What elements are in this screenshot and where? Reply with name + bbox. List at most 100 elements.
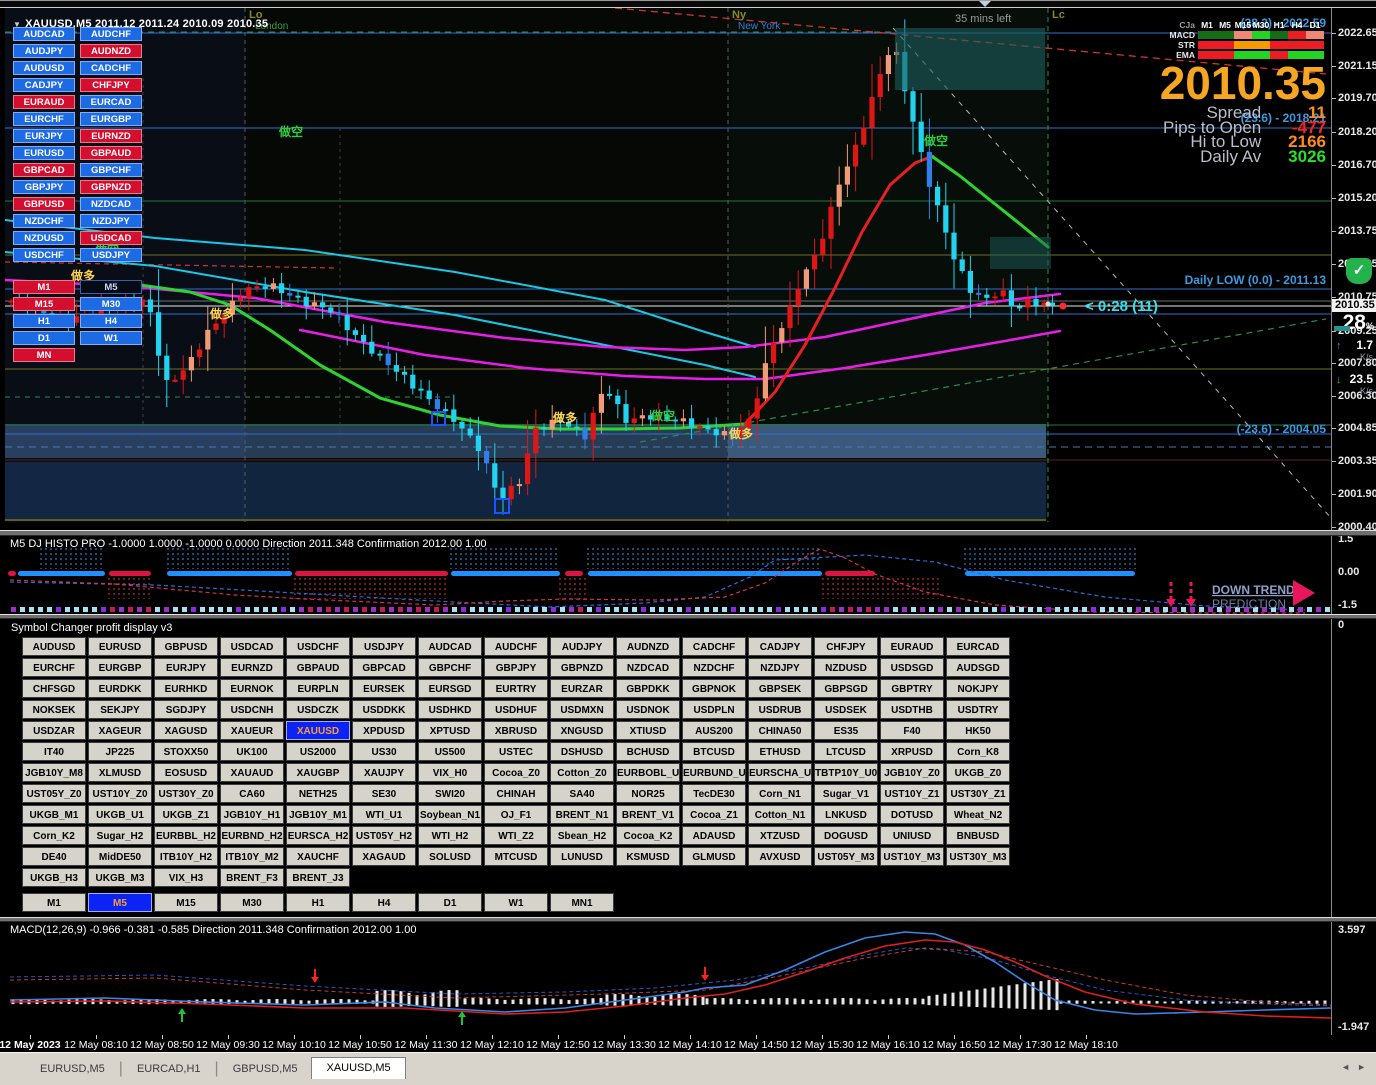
symbol-button-cadchf[interactable]: CADCHF xyxy=(682,637,746,656)
symbol-button-eurcad[interactable]: EURCAD xyxy=(946,637,1010,656)
pair-button-m1[interactable]: M1 xyxy=(13,280,75,294)
symbol-button-f40[interactable]: F40 xyxy=(880,721,944,740)
symbol-button-ust30y_z1[interactable]: UST30Y_Z1 xyxy=(946,784,1010,803)
symbol-button-ust10y_z1[interactable]: UST10Y_Z1 xyxy=(880,784,944,803)
symbol-button-midde50[interactable]: MidDE50 xyxy=(88,847,152,866)
symbol-button-ltcusd[interactable]: LTCUSD xyxy=(814,742,878,761)
tf-button-m5[interactable]: M5 xyxy=(88,893,152,912)
symbol-button-de40[interactable]: DE40 xyxy=(22,847,86,866)
pair-button-usdcad[interactable]: USDCAD xyxy=(80,231,142,245)
symbol-button-cocoa_z0[interactable]: Cocoa_Z0 xyxy=(484,763,548,782)
symbol-button-uk100[interactable]: UK100 xyxy=(220,742,284,761)
pair-button-nzdusd[interactable]: NZDUSD xyxy=(13,231,75,245)
symbol-button-usdcnh[interactable]: USDCNH xyxy=(220,700,284,719)
symbol-button-cotton_z0[interactable]: Cotton_Z0 xyxy=(550,763,614,782)
symbol-button-xauaud[interactable]: XAUAUD xyxy=(220,763,284,782)
pair-button-m30[interactable]: M30 xyxy=(80,297,142,311)
symbol-button-sbean_h2[interactable]: Sbean_H2 xyxy=(550,826,614,845)
symbol-button-soybean_n1[interactable]: Soybean_N1 xyxy=(418,805,482,824)
symbol-button-eurdkk[interactable]: EURDKK xyxy=(88,679,152,698)
tf-button-m15[interactable]: M15 xyxy=(154,893,218,912)
symbol-button-chinah[interactable]: CHINAH xyxy=(484,784,548,803)
symbol-button-eurscha_u0[interactable]: EURSCHA_U0 xyxy=(748,763,812,782)
symbol-button-itb10y_h2[interactable]: ITB10Y_H2 xyxy=(154,847,218,866)
tf-button-mn1[interactable]: MN1 xyxy=(550,893,614,912)
symbol-button-sekjpy[interactable]: SEKJPY xyxy=(88,700,152,719)
symbol-button-usddkk[interactable]: USDDKK xyxy=(352,700,416,719)
tf-button-m30[interactable]: M30 xyxy=(220,893,284,912)
symbol-button-audusd[interactable]: AUDUSD xyxy=(22,637,86,656)
symbol-button-usdcad[interactable]: USDCAD xyxy=(220,637,284,656)
symbol-button-lnkusd[interactable]: LNKUSD xyxy=(814,805,878,824)
symbol-button-jgb10y_z0[interactable]: JGB10Y_Z0 xyxy=(880,763,944,782)
symbol-button-lunusd[interactable]: LUNUSD xyxy=(550,847,614,866)
symbol-button-sgdjpy[interactable]: SGDJPY xyxy=(154,700,218,719)
symbol-button-avxusd[interactable]: AVXUSD xyxy=(748,847,812,866)
symbol-button-eurbbl_h2[interactable]: EURBBL_H2 xyxy=(154,826,218,845)
symbol-button-corn_n1[interactable]: Corn_N1 xyxy=(748,784,812,803)
symbol-button-ust30y_m3[interactable]: UST30Y_M3 xyxy=(946,847,1010,866)
symbol-button-xageur[interactable]: XAGEUR xyxy=(88,721,152,740)
symbol-button-xauchf[interactable]: XAUCHF xyxy=(286,847,350,866)
symbol-button-bchusd[interactable]: BCHUSD xyxy=(616,742,680,761)
symbol-button-sugar_v1[interactable]: Sugar_V1 xyxy=(814,784,878,803)
symbol-button-xaueur[interactable]: XAUEUR xyxy=(220,721,284,740)
symbol-button-eurchf[interactable]: EURCHF xyxy=(22,658,86,677)
symbol-button-xagaud[interactable]: XAGAUD xyxy=(352,847,416,866)
symbol-button-oj_f1[interactable]: OJ_F1 xyxy=(484,805,548,824)
pair-button-m5[interactable]: M5 xyxy=(80,280,142,294)
symbol-button-chfsgd[interactable]: CHFSGD xyxy=(22,679,86,698)
pair-button-h4[interactable]: H4 xyxy=(80,314,142,328)
symbol-button-chfjpy[interactable]: CHFJPY xyxy=(814,637,878,656)
symbol-button-gbpusd[interactable]: GBPUSD xyxy=(154,637,218,656)
symbol-button-nzdchf[interactable]: NZDCHF xyxy=(682,658,746,677)
symbol-button-xrpusd[interactable]: XRPUSD xyxy=(880,742,944,761)
pair-button-usdjpy[interactable]: USDJPY xyxy=(80,248,142,262)
symbol-button-gbpjpy[interactable]: GBPJPY xyxy=(484,658,548,677)
symbol-button-gbpchf[interactable]: GBPCHF xyxy=(418,658,482,677)
symbol-button-ustec[interactable]: USTEC xyxy=(484,742,548,761)
symbol-button-xaujpy[interactable]: XAUJPY xyxy=(352,763,416,782)
symbol-button-usdpln[interactable]: USDPLN xyxy=(682,700,746,719)
pair-button-eurnzd[interactable]: EURNZD xyxy=(80,129,142,143)
pair-button-nzdjpy[interactable]: NZDJPY xyxy=(80,214,142,228)
symbol-button-ksmusd[interactable]: KSMUSD xyxy=(616,847,680,866)
symbol-button-gbpsek[interactable]: GBPSEK xyxy=(748,679,812,698)
symbol-button-nor25[interactable]: NOR25 xyxy=(616,784,680,803)
tab-scroll-right-icon[interactable]: ► xyxy=(1357,1062,1366,1072)
symbol-button-usdtry[interactable]: USDTRY xyxy=(946,700,1010,719)
symbol-button-usdczk[interactable]: USDCZK xyxy=(286,700,350,719)
symbol-button-jp225[interactable]: JP225 xyxy=(88,742,152,761)
pair-button-euraud[interactable]: EURAUD xyxy=(13,95,75,109)
symbol-button-xtiusd[interactable]: XTIUSD xyxy=(616,721,680,740)
symbol-button-audchf[interactable]: AUDCHF xyxy=(484,637,548,656)
symbol-button-eursca_h2[interactable]: EURSCA_H2 xyxy=(286,826,350,845)
symbol-button-xptusd[interactable]: XPTUSD xyxy=(418,721,482,740)
pair-button-cadjpy[interactable]: CADJPY xyxy=(13,78,75,92)
symbol-button-gbpaud[interactable]: GBPAUD xyxy=(286,658,350,677)
symbol-button-usdsgd[interactable]: USDSGD xyxy=(880,658,944,677)
symbol-button-eurbnd_h2[interactable]: EURBND_H2 xyxy=(220,826,284,845)
symbol-button-xauusd[interactable]: XAUUSD xyxy=(286,721,350,740)
symbol-button-xaugbp[interactable]: XAUGBP xyxy=(286,763,350,782)
symbol-button-wheat_n2[interactable]: Wheat_N2 xyxy=(946,805,1010,824)
symbol-button-nzdusd[interactable]: NZDUSD xyxy=(814,658,878,677)
tf-button-d1[interactable]: D1 xyxy=(418,893,482,912)
symbol-button-sa40[interactable]: SA40 xyxy=(550,784,614,803)
pair-button-h1[interactable]: H1 xyxy=(13,314,75,328)
symbol-button-es35[interactable]: ES35 xyxy=(814,721,878,740)
symbol-button-nzdjpy[interactable]: NZDJPY xyxy=(748,658,812,677)
symbol-button-eurnzd[interactable]: EURNZD xyxy=(220,658,284,677)
symbol-button-audnzd[interactable]: AUDNZD xyxy=(616,637,680,656)
symbol-button-cocoa_z1[interactable]: Cocoa_Z1 xyxy=(682,805,746,824)
symbol-button-solusd[interactable]: SOLUSD xyxy=(418,847,482,866)
symbol-button-eurtry[interactable]: EURTRY xyxy=(484,679,548,698)
chart-tab-gbpusd-m5[interactable]: GBPUSD,M5 xyxy=(219,1059,312,1079)
symbol-button-gbpnok[interactable]: GBPNOK xyxy=(682,679,746,698)
symbol-button-ukgb_m1[interactable]: UKGB_M1 xyxy=(22,805,86,824)
symbol-button-usdzar[interactable]: USDZAR xyxy=(22,721,86,740)
pair-button-audnzd[interactable]: AUDNZD xyxy=(80,44,142,58)
symbol-button-ust10y_z0[interactable]: UST10Y_Z0 xyxy=(88,784,152,803)
symbol-button-dotusd[interactable]: DOTUSD xyxy=(880,805,944,824)
symbol-button-xlmusd[interactable]: XLMUSD xyxy=(88,763,152,782)
